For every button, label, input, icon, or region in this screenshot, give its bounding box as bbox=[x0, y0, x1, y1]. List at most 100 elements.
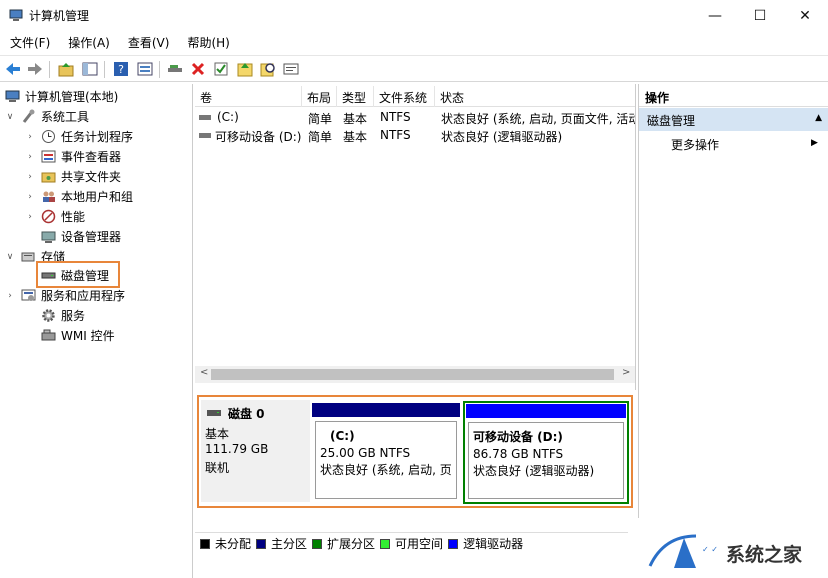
scroll-left-icon[interactable]: < bbox=[200, 367, 208, 378]
watermark-text: 系统之家 bbox=[726, 544, 803, 566]
chevron-right-icon[interactable]: › bbox=[24, 212, 36, 222]
cell-status: 状态良好 (系统, 启动, 页面文件, 活动 bbox=[441, 112, 636, 126]
tree-label: 本地用户和组 bbox=[61, 190, 134, 204]
chevron-down-icon[interactable]: ∨ bbox=[4, 252, 16, 262]
legend-swatch bbox=[312, 538, 323, 549]
scrollbar-thumb[interactable] bbox=[211, 369, 614, 380]
window-title: 计算机管理 bbox=[29, 9, 90, 23]
chevron-right-icon[interactable]: › bbox=[4, 291, 16, 301]
chevron-right-icon[interactable]: › bbox=[24, 172, 36, 182]
tree-item-performance[interactable]: › 性能 bbox=[24, 207, 85, 226]
menu-view[interactable]: 查看(V) bbox=[118, 32, 178, 53]
legend-swatch bbox=[380, 538, 391, 549]
search-icon[interactable] bbox=[259, 60, 277, 78]
menu-bar: 文件(F) 操作(A) 查看(V) 帮助(H) bbox=[0, 32, 828, 53]
more-actions-link[interactable]: 更多操作 bbox=[671, 136, 719, 153]
chevron-right-icon[interactable]: › bbox=[24, 152, 36, 162]
legend-item: 逻辑驱动器 bbox=[448, 535, 523, 552]
menu-file[interactable]: 文件(F) bbox=[0, 32, 58, 53]
volume-list: 卷 布局 类型 文件系统 状态 (C:) 简单 基本 NTFS 状态良好 (系统… bbox=[195, 84, 636, 390]
svg-text:?: ? bbox=[118, 63, 124, 76]
performance-icon bbox=[40, 209, 56, 225]
table-row[interactable]: 可移动设备 (D:) 简单 基本 NTFS 状态良好 (逻辑驱动器) bbox=[195, 126, 635, 144]
volume-list-header: 卷 布局 类型 文件系统 状态 bbox=[195, 86, 635, 107]
tree-label: 计算机管理(本地) bbox=[25, 90, 119, 104]
device-manager-icon bbox=[40, 229, 56, 245]
tree-item-root[interactable]: 计算机管理(本地) bbox=[4, 87, 118, 106]
legend-label: 未分配 bbox=[215, 537, 252, 551]
forward-icon[interactable] bbox=[26, 60, 44, 78]
tree-label: 性能 bbox=[61, 210, 86, 224]
legend-swatch bbox=[256, 538, 267, 549]
refresh-icon[interactable] bbox=[236, 60, 254, 78]
tree-label: 设备管理器 bbox=[61, 230, 122, 244]
show-hide-tree-icon[interactable] bbox=[81, 60, 99, 78]
cell-filesystem: NTFS bbox=[380, 128, 411, 142]
actions-header: 操作 bbox=[639, 86, 828, 107]
horizontal-scrollbar[interactable]: < > bbox=[195, 366, 635, 383]
menu-action[interactable]: 操作(A) bbox=[58, 32, 118, 53]
wmi-icon bbox=[40, 328, 56, 344]
legend: 未分配 主分区 扩展分区 可用空间 逻辑驱动器 bbox=[195, 532, 636, 554]
check-icon[interactable] bbox=[212, 60, 230, 78]
up-folder-icon[interactable] bbox=[57, 60, 75, 78]
computer-management-icon bbox=[9, 9, 23, 21]
column-volume[interactable]: 卷 bbox=[195, 86, 302, 107]
storage-icon bbox=[20, 249, 36, 265]
menu-help[interactable]: 帮助(H) bbox=[177, 32, 237, 53]
delete-icon[interactable] bbox=[189, 60, 207, 78]
tree-label: 服务和应用程序 bbox=[41, 289, 126, 303]
users-icon bbox=[40, 189, 56, 205]
legend-label: 主分区 bbox=[271, 537, 308, 551]
properties-icon[interactable] bbox=[136, 60, 154, 78]
actions-section-disk-management[interactable]: 磁盘管理 ▲ bbox=[639, 108, 828, 131]
disk-map: 磁盘 0 基本 111.79 GB 联机 (C:) 25.00 GB NTFS … bbox=[195, 392, 636, 510]
submenu-arrow-icon: ▶ bbox=[811, 138, 818, 148]
tree-item-local-users[interactable]: › 本地用户和组 bbox=[24, 187, 133, 206]
tree-item-device-manager[interactable]: 设备管理器 bbox=[40, 227, 121, 246]
chevron-down-icon[interactable]: ∨ bbox=[4, 112, 16, 122]
tree-item-shared-folders[interactable]: › 共享文件夹 bbox=[24, 167, 121, 186]
watermark-logo-icon: ✓ ✓ bbox=[648, 534, 718, 568]
actions-pane: 操作 磁盘管理 ▲ 更多操作 ▶ bbox=[638, 84, 828, 524]
export-icon[interactable] bbox=[282, 60, 300, 78]
gear-icon bbox=[40, 308, 56, 324]
chevron-right-icon[interactable]: › bbox=[24, 192, 36, 202]
legend-swatch bbox=[200, 538, 210, 549]
services-apps-icon bbox=[20, 288, 36, 304]
cell-volume: (C:) bbox=[217, 110, 239, 124]
column-filesystem[interactable]: 文件系统 bbox=[374, 86, 435, 107]
chevron-right-icon[interactable]: › bbox=[24, 132, 36, 142]
cell-type: 基本 bbox=[343, 130, 368, 144]
collapse-up-icon[interactable]: ▲ bbox=[815, 113, 822, 123]
tree-item-system-tools[interactable]: ∨ 系统工具 bbox=[4, 107, 89, 126]
connect-icon[interactable] bbox=[166, 60, 184, 78]
tree-item-wmi[interactable]: WMI 控件 bbox=[40, 326, 115, 345]
cell-filesystem: NTFS bbox=[380, 110, 411, 124]
column-layout[interactable]: 布局 bbox=[302, 86, 337, 107]
event-viewer-icon bbox=[40, 149, 56, 165]
tree-label: 任务计划程序 bbox=[61, 130, 134, 144]
svg-text:✓ ✓: ✓ ✓ bbox=[702, 545, 718, 554]
legend-item: 未分配 bbox=[200, 535, 251, 552]
tree-label: 服务 bbox=[61, 309, 86, 323]
cell-layout: 简单 bbox=[308, 130, 333, 144]
close-button[interactable]: ✕ bbox=[782, 0, 828, 31]
actions-section-label: 磁盘管理 bbox=[647, 114, 696, 128]
computer-management-icon bbox=[4, 89, 20, 105]
toolbar: ? bbox=[0, 55, 828, 82]
column-type[interactable]: 类型 bbox=[337, 86, 374, 107]
column-status[interactable]: 状态 bbox=[435, 86, 635, 107]
back-icon[interactable] bbox=[4, 60, 22, 78]
table-row[interactable]: (C:) 简单 基本 NTFS 状态良好 (系统, 启动, 页面文件, 活动 bbox=[195, 108, 636, 126]
disk-icon bbox=[199, 133, 211, 138]
tree-item-services-apps[interactable]: › 服务和应用程序 bbox=[4, 286, 125, 305]
maximize-button[interactable]: ☐ bbox=[737, 0, 783, 31]
tree-item-services[interactable]: 服务 bbox=[40, 306, 85, 325]
tree-item-event-viewer[interactable]: › 事件查看器 bbox=[24, 147, 121, 166]
scroll-right-icon[interactable]: > bbox=[622, 367, 630, 378]
legend-label: 逻辑驱动器 bbox=[463, 537, 524, 551]
help-icon[interactable]: ? bbox=[112, 60, 130, 78]
minimize-button[interactable]: — bbox=[692, 0, 738, 31]
tree-item-task-scheduler[interactable]: › 任务计划程序 bbox=[24, 127, 133, 146]
